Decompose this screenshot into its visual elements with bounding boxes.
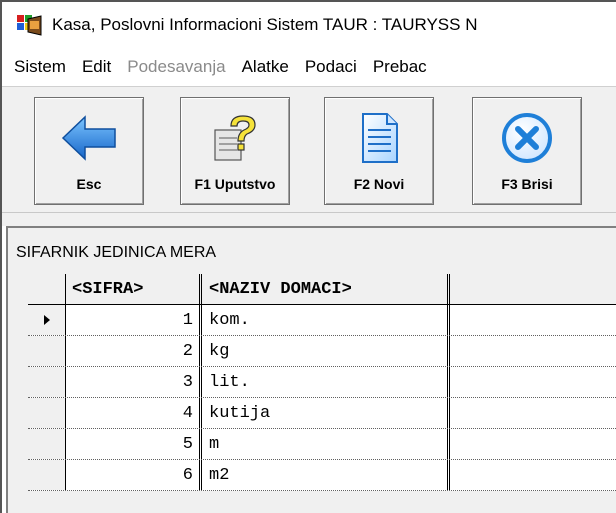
cell-sifra[interactable]: 5 bbox=[66, 429, 202, 459]
new-document-icon bbox=[325, 108, 433, 168]
esc-button[interactable]: Esc bbox=[34, 97, 144, 205]
cell-sifra[interactable]: 2 bbox=[66, 336, 202, 366]
column-header-naziv[interactable]: <NAZIV DOMACI> bbox=[205, 274, 450, 304]
menu-edit[interactable]: Edit bbox=[74, 57, 119, 77]
title-bar: Kasa, Poslovni Informacioni Sistem TAUR … bbox=[2, 2, 616, 48]
grid-panel: SIFARNIK JEDINICA MERA <SIFRA> <NAZIV DO… bbox=[6, 226, 616, 513]
help-question-icon bbox=[181, 108, 289, 168]
new-button[interactable]: F2 Novi bbox=[324, 97, 434, 205]
table-row[interactable]: 6 m2 bbox=[28, 460, 616, 491]
column-header-sifra[interactable]: <SIFRA> bbox=[66, 274, 202, 304]
cell-naziv[interactable]: kom. bbox=[205, 305, 450, 335]
help-button-label: F1 Uputstvo bbox=[194, 176, 276, 192]
app-logo-icon bbox=[16, 13, 42, 37]
cell-naziv[interactable]: lit. bbox=[205, 367, 450, 397]
cell-naziv[interactable]: kg bbox=[205, 336, 450, 366]
cell-sifra[interactable]: 1 bbox=[66, 305, 202, 335]
delete-button[interactable]: F3 Brisi bbox=[472, 97, 582, 205]
menu-podaci[interactable]: Podaci bbox=[297, 57, 365, 77]
row-indicator bbox=[28, 336, 66, 366]
current-row-pointer-icon bbox=[43, 315, 50, 325]
row-indicator bbox=[28, 460, 66, 490]
table-row[interactable]: 3 lit. bbox=[28, 367, 616, 398]
toolbar-separator bbox=[2, 212, 616, 226]
row-indicator bbox=[28, 398, 66, 428]
esc-button-label: Esc bbox=[76, 176, 102, 192]
new-button-label: F2 Novi bbox=[353, 176, 405, 192]
menu-bar: Sistem Edit Podesavanja Alatke Podaci Pr… bbox=[2, 48, 616, 86]
cell-naziv[interactable]: m2 bbox=[205, 460, 450, 490]
table-row[interactable]: 1 kom. bbox=[28, 305, 616, 336]
row-indicator-header bbox=[28, 274, 66, 304]
table-row[interactable]: 4 kutija bbox=[28, 398, 616, 429]
row-indicator bbox=[28, 367, 66, 397]
units-grid: <SIFRA> <NAZIV DOMACI> 1 kom. 2 kg 3 lit… bbox=[28, 274, 616, 491]
delete-x-icon bbox=[473, 108, 581, 168]
menu-alatke[interactable]: Alatke bbox=[234, 57, 297, 77]
help-button[interactable]: F1 Uputstvo bbox=[180, 97, 290, 205]
grid-header-row: <SIFRA> <NAZIV DOMACI> bbox=[28, 274, 616, 305]
cell-sifra[interactable]: 3 bbox=[66, 367, 202, 397]
menu-sistem[interactable]: Sistem bbox=[2, 57, 74, 77]
cell-sifra[interactable]: 6 bbox=[66, 460, 202, 490]
toolbar: Esc F1 Uputstvo F2 Novi F3 Brisi bbox=[2, 86, 616, 212]
cell-sifra[interactable]: 4 bbox=[66, 398, 202, 428]
menu-prebac[interactable]: Prebac bbox=[365, 57, 435, 77]
back-arrow-icon bbox=[35, 108, 143, 168]
cell-naziv[interactable]: kutija bbox=[205, 398, 450, 428]
grid-title: SIFARNIK JEDINICA MERA bbox=[16, 244, 217, 261]
row-indicator bbox=[28, 429, 66, 459]
window-title: Kasa, Poslovni Informacioni Sistem TAUR … bbox=[52, 15, 478, 34]
table-row[interactable]: 2 kg bbox=[28, 336, 616, 367]
row-indicator bbox=[28, 305, 66, 335]
cell-naziv[interactable]: m bbox=[205, 429, 450, 459]
table-row[interactable]: 5 m bbox=[28, 429, 616, 460]
delete-button-label: F3 Brisi bbox=[501, 176, 553, 192]
menu-podesavanja[interactable]: Podesavanja bbox=[119, 57, 233, 77]
